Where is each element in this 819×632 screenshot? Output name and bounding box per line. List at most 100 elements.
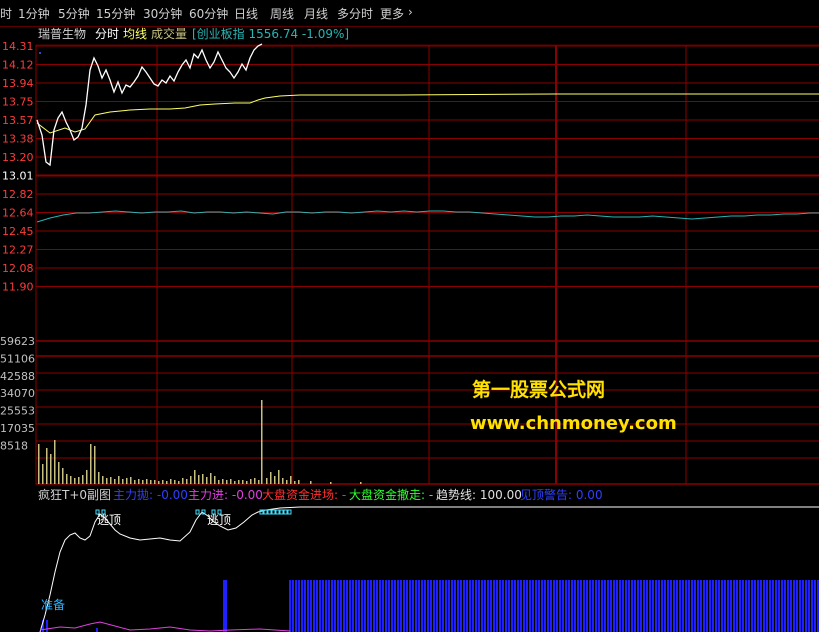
indicator-item-4: 大盘资金撤走: - <box>349 487 433 502</box>
indicator-bar <box>289 580 291 632</box>
indicator-bar <box>373 580 375 632</box>
stock-chart[interactable]: 瑞普生物 分时 均线 成交量 [创业板指 1556.74 -1.09%] 14.… <box>0 0 819 632</box>
indicator-bar <box>532 580 534 632</box>
indicator-bar <box>451 580 453 632</box>
volume-bar <box>214 476 216 484</box>
indicator-bar <box>96 628 98 632</box>
indicator-bar <box>298 580 300 632</box>
volume-bar <box>158 481 160 484</box>
indicator-bar <box>376 580 378 632</box>
indicator-item-2: 主力进: -0.00 <box>188 488 263 502</box>
indicator-bar <box>721 580 723 632</box>
indicator-bar <box>307 580 309 632</box>
volume-bar <box>66 474 68 484</box>
volume-label: 成交量 <box>151 26 187 41</box>
indicator-item-3: 大盘资金进场: - <box>262 487 346 502</box>
indicator-bar <box>787 580 789 632</box>
chart-grid <box>35 44 819 485</box>
indicator-bar <box>802 580 804 632</box>
indicator-bar <box>796 580 798 632</box>
average-price-line <box>36 93 819 134</box>
volume-bars <box>38 400 362 484</box>
volume-bar <box>174 480 176 484</box>
volume-bar <box>134 480 136 484</box>
indicator-bar <box>457 580 459 632</box>
indicator-bar <box>292 580 294 632</box>
indicator-bar <box>328 580 330 632</box>
volume-tick-label: 59623 <box>0 335 35 348</box>
indicator-bar <box>460 580 462 632</box>
watermark-url: www.chnmoney.com <box>470 413 677 434</box>
volume-bar <box>102 476 104 484</box>
indicator-bar <box>454 580 456 632</box>
indicator-bar <box>379 580 381 632</box>
volume-tick-label: 42588 <box>0 370 35 383</box>
volume-bar <box>186 479 188 484</box>
indicator-bar <box>685 580 687 632</box>
indicator-bar <box>541 580 543 632</box>
volume-bar <box>330 482 332 484</box>
price-tick-label: 13.57 <box>2 114 34 127</box>
volume-bar <box>62 468 64 484</box>
indicator-bar <box>529 580 531 632</box>
indicator-bar <box>466 580 468 632</box>
indicator-bar <box>517 580 519 632</box>
volume-bar <box>54 440 56 484</box>
indicator-bar <box>370 580 372 632</box>
indicator-bar <box>508 580 510 632</box>
volume-bar <box>114 479 116 484</box>
indicator-bar <box>406 580 408 632</box>
indicator-bar <box>712 580 714 632</box>
volume-bar <box>206 477 208 484</box>
indicator-bar <box>580 580 582 632</box>
indicator-bar <box>295 580 297 632</box>
indicator-bar <box>730 580 732 632</box>
indicator-bar <box>751 580 753 632</box>
indicator-bar <box>304 580 306 632</box>
indicator-bar <box>313 580 315 632</box>
price-tick-label: 12.27 <box>2 244 34 257</box>
indicator-bar <box>628 580 630 632</box>
mode-label: 分时 <box>95 27 119 41</box>
indicator-bar <box>697 580 699 632</box>
indicator-bar <box>520 580 522 632</box>
indicator-bar <box>490 580 492 632</box>
indicator-bar <box>391 580 393 632</box>
index-info: [创业板指 1556.74 -1.09%] <box>192 26 349 41</box>
indicator-bar <box>724 580 726 632</box>
indicator-bar <box>544 580 546 632</box>
indicator-bar <box>322 580 324 632</box>
indicator-bar <box>358 580 360 632</box>
volume-bar <box>182 478 184 484</box>
volume-bar <box>261 400 263 484</box>
indicator-bar <box>397 580 399 632</box>
signal-marker <box>279 509 284 515</box>
volume-bar <box>298 480 300 484</box>
volume-bar <box>178 481 180 484</box>
volume-bar <box>218 480 220 484</box>
signal-marker <box>259 509 264 515</box>
indicator-bar <box>706 580 708 632</box>
volume-bar <box>238 480 240 484</box>
indicator-bar <box>775 580 777 632</box>
price-axis: 14.31 14.12 13.94 13.75 13.57 13.38 13.20 13.01… <box>2 40 34 294</box>
volume-bar <box>282 478 284 484</box>
watermark-name: 第一股票公式网 <box>472 378 605 401</box>
indicator-bar <box>679 580 681 632</box>
indicator-bar <box>442 580 444 632</box>
volume-bar <box>74 478 76 484</box>
volume-bar <box>360 482 362 484</box>
volume-bar <box>42 464 44 484</box>
volume-bar <box>58 462 60 484</box>
volume-bar <box>146 479 148 484</box>
indicator-bar <box>388 580 390 632</box>
volume-bar <box>234 481 236 484</box>
volume-bar <box>230 479 232 484</box>
indicator-bar <box>577 580 579 632</box>
volume-bar <box>138 479 140 484</box>
volume-tick-label: 51106 <box>0 352 35 365</box>
indicator-bar <box>331 580 333 632</box>
indicator-bar <box>334 580 336 632</box>
price-tick-label: 13.20 <box>2 151 34 164</box>
indicator-bar <box>355 580 357 632</box>
